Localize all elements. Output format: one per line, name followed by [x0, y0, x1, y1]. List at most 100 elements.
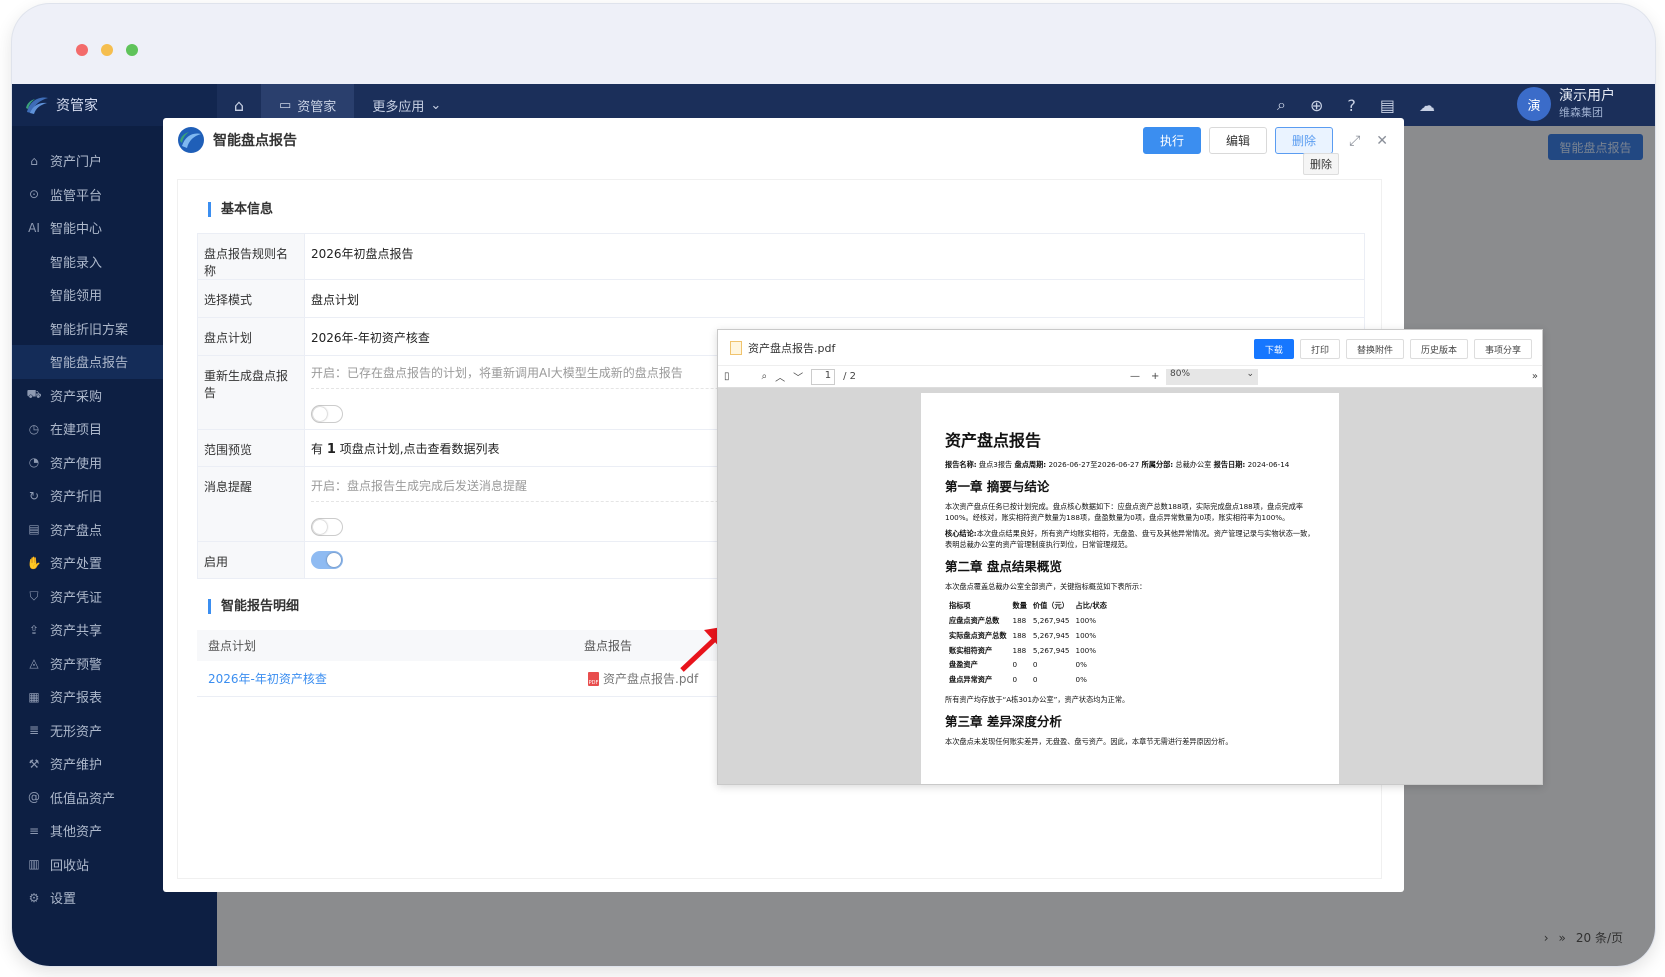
chapter-3-heading: 第三章 差异深度分析	[945, 714, 1062, 730]
regen-toggle[interactable]	[311, 405, 343, 423]
search-icon[interactable]: ⌕	[762, 371, 768, 382]
zoom-value: 80%	[1170, 369, 1191, 379]
scope-count: 1	[326, 442, 336, 457]
summary-cell: 0	[1032, 660, 1038, 670]
more-tools-icon[interactable]: »	[1532, 371, 1538, 382]
summary-header-cell: 占比/状态	[1075, 601, 1107, 611]
plan-link[interactable]: 2026年-年初资产核查	[197, 670, 588, 687]
document-icon[interactable]: ▤	[1380, 96, 1395, 115]
share-button[interactable]: 事项分享	[1473, 339, 1532, 359]
zoom-out-icon[interactable]: —	[1130, 371, 1140, 382]
file-icon	[730, 340, 742, 355]
sidebar-item-label: 资产凭证	[50, 590, 103, 606]
close-icon[interactable]: ✕	[1376, 133, 1388, 149]
download-button[interactable]: 下载	[1253, 339, 1294, 359]
sidebar-item-label: 智能领用	[50, 289, 103, 305]
scope-link[interactable]: 项盘点计划,点击查看数据列表	[340, 442, 500, 456]
minimize-dot[interactable]	[101, 44, 113, 56]
notify-toggle[interactable]	[311, 518, 343, 536]
home-icon[interactable]: ⌂	[217, 96, 261, 115]
summary-table-row: 实际盘点资产总数 188 5,267,945 100%	[947, 630, 1109, 643]
notify-label: 消息提醒	[197, 466, 305, 542]
trash-icon: ▥	[28, 857, 40, 872]
sidebar-item-label: 智能中心	[50, 222, 103, 238]
summary-cell: 0	[1032, 674, 1038, 684]
add-circle-icon[interactable]: ⊕	[1310, 96, 1323, 115]
delete-tooltip: 删除	[1303, 153, 1339, 175]
page-number-input[interactable]: 1	[811, 368, 836, 385]
section-basic-info: 基本信息	[208, 202, 273, 217]
user-name: 演示用户	[1559, 88, 1615, 104]
summary-cell: 实际盘点资产总数	[949, 630, 1007, 640]
list-icon: ≣	[28, 723, 40, 738]
zoom-in-icon[interactable]: +	[1151, 371, 1159, 382]
pdf-file-icon: PDF	[588, 671, 599, 686]
print-button[interactable]: 打印	[1299, 339, 1340, 359]
user-company: 维森集团	[1559, 106, 1603, 119]
summary-cell: 100%	[1075, 616, 1097, 626]
chapter-3-paragraph: 本次盘点未发现任何账实差异，无盘盈、盘亏资产。因此，本章节无需进行差异原因分析。	[945, 737, 1233, 747]
enable-toggle[interactable]	[311, 551, 343, 569]
chapter-1-heading: 第一章 摘要与结论	[945, 479, 1050, 495]
zoom-select[interactable]: 80% ⌄	[1166, 369, 1258, 385]
sidebar-item-label: 智能录入	[50, 255, 103, 271]
help-icon[interactable]: ?	[1347, 96, 1356, 115]
wrench-icon: ⚒	[28, 756, 40, 771]
scope-prefix: 有	[311, 442, 324, 456]
execute-button[interactable]: 执行	[1143, 127, 1202, 154]
sidebar-item-label: 无形资产	[50, 724, 103, 740]
sidebar-item-label: 回收站	[50, 858, 90, 874]
report-detail-table: 盘点计划 盘点报告 2026年-年初资产核查 PDF 资产盘点报告.pdf	[197, 630, 747, 697]
maximize-dot[interactable]	[126, 44, 138, 56]
close-dot[interactable]	[76, 44, 88, 56]
chapter-1-paragraph: 本次资产盘点任务已按计划完成。盘点核心数据如下：应盘点资产总数188项，实际完成…	[945, 502, 1304, 522]
summary-cell: 100%	[1075, 630, 1097, 640]
sidebar-item-label: 在建项目	[50, 423, 103, 439]
summary-cell: 盘盈资产	[949, 660, 978, 670]
pdf-toolbar: ▯ ⌕ ︿ ﹀ 1 / 2 — + 80% ⌄ »	[718, 366, 1542, 388]
pdf-filename: 资产盘点报告.pdf	[748, 341, 836, 355]
sidebar-item-label: 资产使用	[50, 456, 103, 472]
next-page-icon[interactable]: ﹀	[793, 369, 803, 384]
clock-icon: ◷	[28, 421, 40, 436]
enable-label: 启用	[197, 541, 305, 579]
expand-icon[interactable]: ⤢	[1349, 133, 1360, 149]
summary-cell: 0%	[1075, 660, 1087, 670]
hand-icon: ✋	[26, 555, 42, 570]
doc-meta: 报告名称: 盘点3报告 盘点周期: 2026-06-27至2026-06-27 …	[945, 460, 1290, 469]
user-menu[interactable]: 演 演示用户 维森集团	[1517, 87, 1615, 121]
window-icon: ▭	[279, 97, 292, 113]
rule-name-value: 2026年初盘点报告	[304, 233, 1365, 280]
summary-table-header: 指标项 数量 价值（元） 占比/状态	[947, 600, 1109, 613]
summary-header-cell: 指标项	[949, 601, 971, 611]
summary-cell: 188	[1012, 630, 1027, 640]
cloud-icon[interactable]: ☁	[1419, 96, 1435, 115]
sidebar-item-label: 资产折旧	[50, 490, 103, 506]
search-icon[interactable]: ⌕	[1277, 95, 1286, 115]
summary-cell: 5,267,945	[1032, 616, 1070, 626]
summary-cell: 5,267,945	[1032, 645, 1070, 655]
bell-icon: ◬	[29, 656, 39, 671]
history-button[interactable]: 历史版本	[1409, 339, 1468, 359]
summary-table-row: 账实相符资产 188 5,267,945 100%	[947, 645, 1109, 658]
previous-page-icon[interactable]: ︿	[775, 369, 785, 384]
mode-value[interactable]: 盘点计划	[304, 279, 1365, 318]
section-report-detail: 智能报告明细	[208, 599, 299, 614]
sidebar-toggle-icon[interactable]: ▯	[724, 371, 730, 382]
edit-button[interactable]: 编辑	[1209, 127, 1268, 154]
browser-window: 资管家 ⌂ 资产门户 ⊙ 监管平台 AI 智能中心 智能录入 智能领用 智能折旧方案 智能盘点报告…	[12, 4, 1655, 966]
modal-actions: 执行 编辑 删除 ⤢ ✕	[1143, 127, 1388, 154]
sidebar-item-label: 智能折旧方案	[50, 322, 129, 338]
scope-label: 范围预览	[197, 429, 305, 467]
core-conclusion: 核心结论:本次盘点结果良好，所有资产均账实相符，无盘盈、盘亏及其他异常情况。资产…	[945, 529, 1315, 549]
summary-cell: 5,267,945	[1032, 630, 1070, 640]
chevron-down-icon: ⌄	[430, 97, 442, 113]
table-row: 2026年-年初资产核查 PDF 资产盘点报告.pdf	[197, 661, 747, 697]
table-header: 盘点计划 盘点报告	[197, 630, 747, 661]
summary-header-cell: 价值（元）	[1032, 601, 1069, 611]
sidebar-item-label: 资产处置	[50, 557, 103, 573]
sidebar-item-label: 资产报表	[50, 691, 103, 707]
replace-attachment-button[interactable]: 替换附件	[1345, 339, 1404, 359]
delete-button[interactable]: 删除	[1275, 127, 1334, 154]
plan-label: 盘点计划	[197, 317, 305, 356]
